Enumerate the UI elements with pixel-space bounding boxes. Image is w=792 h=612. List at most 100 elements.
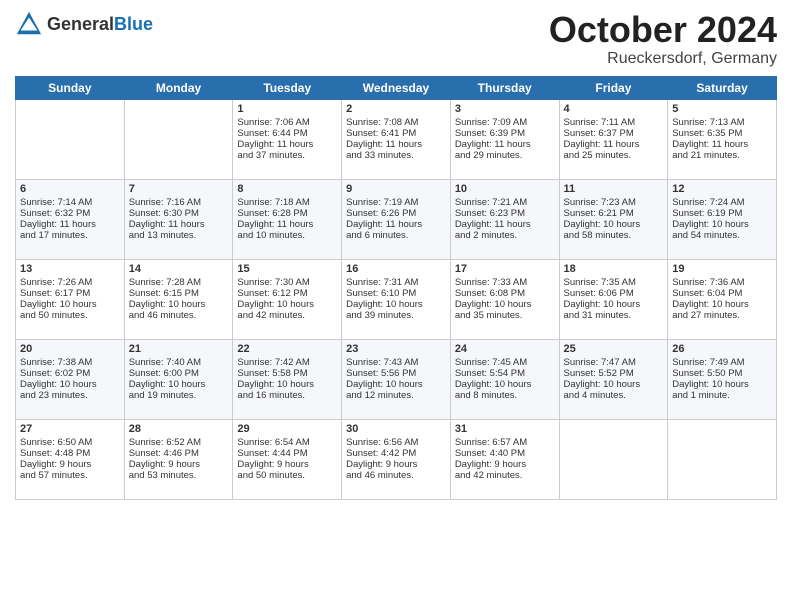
table-row: 27Sunrise: 6:50 AMSunset: 4:48 PMDayligh…: [16, 419, 125, 499]
day-info-line: and 54 minutes.: [672, 230, 772, 241]
calendar-header-row: Sunday Monday Tuesday Wednesday Thursday…: [16, 76, 777, 99]
day-info-line: Sunset: 5:50 PM: [672, 368, 772, 379]
day-info-line: and 46 minutes.: [129, 310, 229, 321]
day-info-line: Sunrise: 7:30 AM: [237, 277, 337, 288]
table-row: [124, 99, 233, 179]
day-info-line: Sunset: 6:37 PM: [564, 128, 664, 139]
day-info-line: Sunset: 4:42 PM: [346, 448, 446, 459]
table-row: 13Sunrise: 7:26 AMSunset: 6:17 PMDayligh…: [16, 259, 125, 339]
day-info-line: Sunrise: 7:42 AM: [237, 357, 337, 368]
day-info-line: and 42 minutes.: [455, 470, 555, 481]
day-info-line: Sunrise: 7:24 AM: [672, 197, 772, 208]
day-info-line: Sunset: 6:08 PM: [455, 288, 555, 299]
day-info-line: and 16 minutes.: [237, 390, 337, 401]
day-info-line: Sunset: 6:39 PM: [455, 128, 555, 139]
day-info-line: and 31 minutes.: [564, 310, 664, 321]
day-info-line: Sunrise: 7:23 AM: [564, 197, 664, 208]
day-number: 12: [672, 183, 772, 195]
day-info-line: and 19 minutes.: [129, 390, 229, 401]
day-info-line: Sunrise: 7:38 AM: [20, 357, 120, 368]
day-info-line: Sunrise: 7:45 AM: [455, 357, 555, 368]
day-number: 9: [346, 183, 446, 195]
day-info-line: Daylight: 10 hours: [129, 379, 229, 390]
day-number: 20: [20, 343, 120, 355]
day-info-line: and 8 minutes.: [455, 390, 555, 401]
day-info-line: Sunset: 5:58 PM: [237, 368, 337, 379]
day-number: 17: [455, 263, 555, 275]
day-info-line: Sunrise: 7:09 AM: [455, 117, 555, 128]
day-info-line: Daylight: 10 hours: [672, 219, 772, 230]
day-info-line: Daylight: 10 hours: [346, 379, 446, 390]
day-info-line: Sunrise: 7:33 AM: [455, 277, 555, 288]
logo: GeneralBlue: [15, 10, 153, 38]
day-info-line: Sunrise: 7:35 AM: [564, 277, 664, 288]
table-row: 5Sunrise: 7:13 AMSunset: 6:35 PMDaylight…: [668, 99, 777, 179]
day-number: 19: [672, 263, 772, 275]
day-info-line: and 29 minutes.: [455, 150, 555, 161]
day-info-line: Sunrise: 7:28 AM: [129, 277, 229, 288]
col-wednesday: Wednesday: [342, 76, 451, 99]
day-info-line: Daylight: 10 hours: [672, 299, 772, 310]
day-number: 25: [564, 343, 664, 355]
day-info-line: Sunrise: 6:50 AM: [20, 437, 120, 448]
table-row: 3Sunrise: 7:09 AMSunset: 6:39 PMDaylight…: [450, 99, 559, 179]
day-info-line: and 17 minutes.: [20, 230, 120, 241]
table-row: 31Sunrise: 6:57 AMSunset: 4:40 PMDayligh…: [450, 419, 559, 499]
day-info-line: Sunset: 6:06 PM: [564, 288, 664, 299]
table-row: 21Sunrise: 7:40 AMSunset: 6:00 PMDayligh…: [124, 339, 233, 419]
day-info-line: Sunrise: 7:08 AM: [346, 117, 446, 128]
calendar-week-row: 27Sunrise: 6:50 AMSunset: 4:48 PMDayligh…: [16, 419, 777, 499]
table-row: 2Sunrise: 7:08 AMSunset: 6:41 PMDaylight…: [342, 99, 451, 179]
calendar-table: Sunday Monday Tuesday Wednesday Thursday…: [15, 76, 777, 500]
table-row: 14Sunrise: 7:28 AMSunset: 6:15 PMDayligh…: [124, 259, 233, 339]
day-info-line: Daylight: 10 hours: [237, 379, 337, 390]
day-info-line: and 2 minutes.: [455, 230, 555, 241]
day-info-line: Sunrise: 6:56 AM: [346, 437, 446, 448]
day-info-line: Sunrise: 7:16 AM: [129, 197, 229, 208]
day-number: 18: [564, 263, 664, 275]
calendar-week-row: 1 Sunrise: 7:06 AMSunset: 6:44 PM Daylight…: [16, 99, 777, 179]
table-row: 18Sunrise: 7:35 AMSunset: 6:06 PMDayligh…: [559, 259, 668, 339]
day-info-line: Sunset: 6:21 PM: [564, 208, 664, 219]
day-info-line: Daylight: 10 hours: [346, 299, 446, 310]
day-info-line: Daylight: 11 hours: [455, 139, 555, 150]
day-info-line: Sunrise: 7:49 AM: [672, 357, 772, 368]
table-row: 15Sunrise: 7:30 AMSunset: 6:12 PMDayligh…: [233, 259, 342, 339]
table-row: 17Sunrise: 7:33 AMSunset: 6:08 PMDayligh…: [450, 259, 559, 339]
day-info-line: and 23 minutes.: [20, 390, 120, 401]
table-row: 16Sunrise: 7:31 AMSunset: 6:10 PMDayligh…: [342, 259, 451, 339]
day-info-line: and 42 minutes.: [237, 310, 337, 321]
table-row: 9Sunrise: 7:19 AMSunset: 6:26 PMDaylight…: [342, 179, 451, 259]
day-number: 31: [455, 423, 555, 435]
day-number: 6: [20, 183, 120, 195]
table-row: 11Sunrise: 7:23 AMSunset: 6:21 PMDayligh…: [559, 179, 668, 259]
day-info-line: Daylight: 10 hours: [455, 379, 555, 390]
day-info-line: and 50 minutes.: [20, 310, 120, 321]
day-info-line: Sunrise: 7:06 AM: [237, 117, 337, 128]
day-info-line: and 21 minutes.: [672, 150, 772, 161]
day-info-line: Sunrise: 7:31 AM: [346, 277, 446, 288]
day-info-line: Sunset: 5:54 PM: [455, 368, 555, 379]
calendar-week-row: 6Sunrise: 7:14 AMSunset: 6:32 PMDaylight…: [16, 179, 777, 259]
table-row: 22Sunrise: 7:42 AMSunset: 5:58 PMDayligh…: [233, 339, 342, 419]
table-row: 26Sunrise: 7:49 AMSunset: 5:50 PMDayligh…: [668, 339, 777, 419]
table-row: 4Sunrise: 7:11 AMSunset: 6:37 PMDaylight…: [559, 99, 668, 179]
day-info-line: Sunset: 6:44 PM: [237, 128, 337, 139]
day-info-line: Sunrise: 7:19 AM: [346, 197, 446, 208]
table-row: [16, 99, 125, 179]
day-info-line: and 37 minutes.: [237, 150, 337, 161]
day-number: 15: [237, 263, 337, 275]
day-info-line: Sunrise: 7:11 AM: [564, 117, 664, 128]
day-info-line: Daylight: 10 hours: [129, 299, 229, 310]
day-number: 13: [20, 263, 120, 275]
day-info-line: and 57 minutes.: [20, 470, 120, 481]
day-number: 24: [455, 343, 555, 355]
day-info-line: Daylight: 10 hours: [564, 219, 664, 230]
day-number: 1: [237, 103, 337, 115]
col-saturday: Saturday: [668, 76, 777, 99]
day-info-line: Sunset: 4:44 PM: [237, 448, 337, 459]
day-info-line: Sunrise: 6:52 AM: [129, 437, 229, 448]
col-sunday: Sunday: [16, 76, 125, 99]
day-info-line: Sunrise: 7:40 AM: [129, 357, 229, 368]
day-info-line: Sunset: 6:28 PM: [237, 208, 337, 219]
